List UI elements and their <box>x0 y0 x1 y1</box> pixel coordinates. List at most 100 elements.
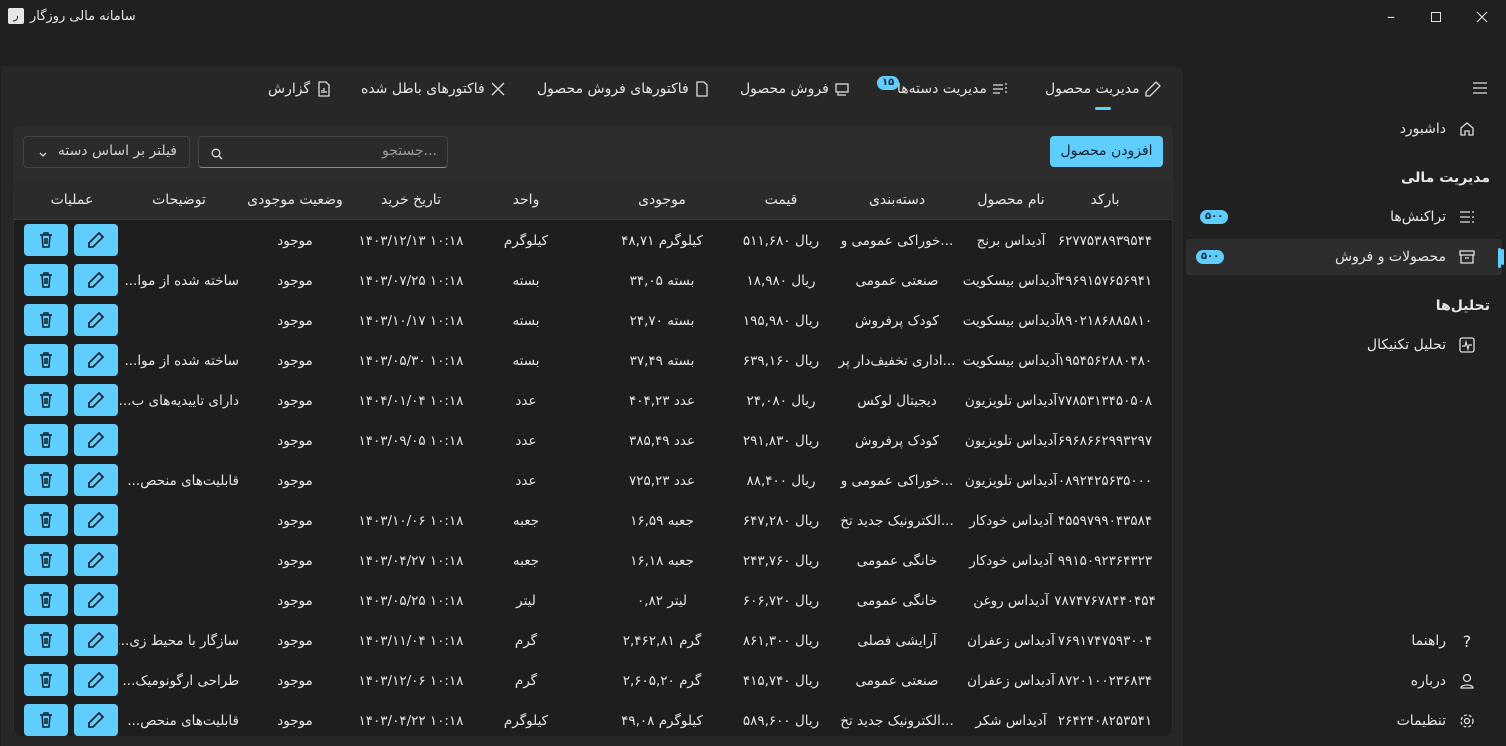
cell-unit: بسته <box>512 353 540 369</box>
cell-category: صنعتی عمومی <box>855 673 939 689</box>
delete-button[interactable] <box>24 704 68 736</box>
cell-description: قابلیت‌های منحص... <box>127 473 239 489</box>
column-header-unit[interactable]: واحد <box>486 192 566 208</box>
tab-category-management[interactable]: مدیریت دسته‌ها <box>897 80 1009 104</box>
pencil-icon <box>88 351 105 368</box>
sidebar-item-label: تنظیمات <box>1396 713 1446 729</box>
close-icon <box>491 82 505 96</box>
edit-button[interactable] <box>74 704 118 736</box>
edit-button[interactable] <box>74 464 118 496</box>
cell-stock-status: موجود <box>277 553 313 569</box>
search-input[interactable]: جستجو... <box>198 136 448 168</box>
products-table: بارکد نام محصول دسته‌بندی قیمت موجودی واحد تار… <box>14 181 1172 736</box>
home-icon <box>1458 120 1476 138</box>
table-row[interactable]: ۶۹۶۸۶۶۲۹۹۳۲۹۷ آدیداس تلویزیون کودک پرفروش ۲… <box>14 421 1172 461</box>
sidebar-item-products[interactable]: محصولات و فروش ۵۰۰ <box>1186 239 1504 275</box>
cell-stock: ۲۴,۷۰ بسته <box>629 313 695 329</box>
table-row[interactable]: ۷۷۸۵۳۱۳۴۵۰۵۰۸ آدیداس تلویزیون دیجیتال لوکس… <box>14 381 1172 421</box>
edit-button[interactable] <box>74 544 118 576</box>
cell-stock: ۴۰۴,۲۳ عدد <box>629 393 695 409</box>
column-header-description[interactable]: توضیحات <box>119 192 239 208</box>
table-row[interactable]: ۸۷۲۰۱۰۰۲۳۶۸۳۴ آدیداس زعفران صنعتی عمومی ۴۱۵… <box>14 661 1172 701</box>
sidebar-item-help[interactable]: راهنما ? <box>1200 624 1490 660</box>
tab-product-sales[interactable]: فروش محصول <box>740 80 851 104</box>
hamburger-menu-icon[interactable] <box>1472 80 1490 98</box>
edit-button[interactable] <box>74 224 118 256</box>
column-header-product-name[interactable]: نام محصول <box>956 192 1066 208</box>
cell-category: اداری تخفیف‌دار پر... <box>838 353 956 369</box>
cell-description: دارای تاییدیه‌های ب... <box>119 393 239 409</box>
sidebar-header-analysis: تحلیل‌ها <box>1435 298 1490 314</box>
products-panel: افزودن محصول جستجو... فیلتر بر اساس دسته… <box>13 126 1173 736</box>
sidebar-item-technical-analysis[interactable]: تحلیل تکنیکال <box>1200 328 1490 364</box>
table-row[interactable]: ۷۶۹۱۷۴۷۵۹۳۰۰۴ آدیداس زعفران آرایشی فصلی ۸۶۱… <box>14 621 1172 661</box>
cell-unit: بسته <box>512 273 540 289</box>
sidebar-item-transactions[interactable]: تراکنش‌ها ۵۰۰ <box>1200 200 1490 236</box>
sidebar-item-label: محصولات و فروش <box>1334 249 1446 265</box>
minimize-button[interactable]: – <box>1379 6 1403 28</box>
cell-product-name: آدیداس شکر <box>975 713 1047 729</box>
tab-report[interactable]: گزارش <box>268 80 333 104</box>
delete-button[interactable] <box>24 344 68 376</box>
column-header-stock[interactable]: موجودی <box>597 192 727 208</box>
edit-button[interactable] <box>74 504 118 536</box>
edit-button[interactable] <box>74 584 118 616</box>
column-header-operations[interactable]: عملیات <box>17 192 127 208</box>
table-row[interactable]: ۴۹۶۹۱۵۷۶۵۶۹۴۱ آدیداس بیسکویت صنعتی عمومی ۱۸… <box>14 261 1172 301</box>
edit-button[interactable] <box>74 344 118 376</box>
trash-icon <box>40 472 52 488</box>
column-header-price[interactable]: قیمت <box>726 192 836 208</box>
column-header-purchase-date[interactable]: تاریخ خرید <box>346 192 476 208</box>
category-filter-dropdown[interactable]: فیلتر بر اساس دسته <box>23 136 190 168</box>
close-window-button[interactable] <box>1470 6 1494 28</box>
cell-stock-status: موجود <box>277 353 313 369</box>
tab-cancelled-invoices[interactable]: فاکتورهای باطل شده <box>361 80 507 104</box>
cell-price: ۲۹۱,۸۳۰ ریال <box>742 433 820 449</box>
active-indicator <box>1501 249 1504 265</box>
sidebar-item-settings[interactable]: تنظیمات <box>1200 704 1490 740</box>
edit-button[interactable] <box>74 624 118 656</box>
delete-button[interactable] <box>24 384 68 416</box>
edit-button[interactable] <box>74 384 118 416</box>
sidebar-item-dashboard[interactable]: داشبورد <box>1200 112 1490 148</box>
sidebar-item-about[interactable]: درباره <box>1200 664 1490 700</box>
column-header-stock-status[interactable]: وضعیت موجودی <box>240 192 350 208</box>
cell-product-name: آدیداس زعفران <box>967 633 1055 649</box>
delete-button[interactable] <box>24 664 68 696</box>
edit-button[interactable] <box>74 664 118 696</box>
delete-button[interactable] <box>24 424 68 456</box>
edit-button[interactable] <box>74 304 118 336</box>
navigation-sidebar: داشبورد مدیریت مالی تراکنش‌ها ۵۰۰ محصولا… <box>1186 66 1506 746</box>
table-row[interactable]: ۶۲۷۷۵۳۸۹۳۹۵۴۴ آدیداس برنج خوراکی عمومی و..… <box>14 221 1172 261</box>
delete-button[interactable] <box>24 544 68 576</box>
delete-button[interactable] <box>24 624 68 656</box>
table-row[interactable]: ۷۸۷۴۷۶۷۸۴۴۰۴۵۴ آدیداس روغن خانگی عمومی ۶۰۶,… <box>14 581 1172 621</box>
edit-button[interactable] <box>74 424 118 456</box>
table-row[interactable]: ۰۸۹۲۴۲۵۶۳۵۰۰۰ آدیداس تلویزیون خوراکی عمومی… <box>14 461 1172 501</box>
pencil-icon <box>88 271 105 288</box>
delete-button[interactable] <box>24 464 68 496</box>
delete-button[interactable] <box>24 504 68 536</box>
trash-icon <box>40 272 52 288</box>
delete-button[interactable] <box>24 584 68 616</box>
table-row[interactable]: ۸۹۰۲۱۸۶۸۸۵۸۱۰ آدیداس بیسکویت کودک پرفروش ۱۹… <box>14 301 1172 341</box>
table-row[interactable]: ۹۹۱۵۰۹۲۳۶۴۳۲۳ آدیداس خودکار خانگی عمومی ۲۴۳… <box>14 541 1172 581</box>
cell-category: صنعتی عمومی <box>855 273 939 289</box>
table-row[interactable]: ۱۹۵۴۵۶۲۸۸۰۴۸۰ آدیداس بیسکویت اداری تخفیف‌د… <box>14 341 1172 381</box>
sidebar-item-label: تحلیل تکنیکال <box>1366 337 1446 353</box>
pencil-icon <box>88 671 105 688</box>
table-row[interactable]: ۲۶۴۲۴۰۸۲۵۳۵۴۱ آدیداس شکر الکترونیک جدید تخ… <box>14 701 1172 736</box>
cell-stock: ۳۷,۴۹ بسته <box>629 353 695 369</box>
delete-button[interactable] <box>24 304 68 336</box>
delete-button[interactable] <box>24 264 68 296</box>
add-product-button[interactable]: افزودن محصول <box>1050 136 1163 167</box>
table-row[interactable]: ۴۵۵۹۷۹۹۰۴۳۵۸۴ آدیداس خودکار الکترونیک جدید… <box>14 501 1172 541</box>
cell-price: ۱۹۵,۹۸۰ ریال <box>742 313 820 329</box>
edit-button[interactable] <box>74 264 118 296</box>
column-header-category[interactable]: دسته‌بندی <box>837 192 957 208</box>
maximize-button[interactable] <box>1424 6 1448 28</box>
tab-sales-invoices[interactable]: فاکتورهای فروش محصول <box>537 80 711 104</box>
cell-purchase-date: ۱۴۰۳/۱۱/۰۴ ۱۰:۱۸ <box>358 633 464 649</box>
delete-button[interactable] <box>24 224 68 256</box>
tab-product-management[interactable]: مدیریت محصول <box>1045 80 1162 104</box>
